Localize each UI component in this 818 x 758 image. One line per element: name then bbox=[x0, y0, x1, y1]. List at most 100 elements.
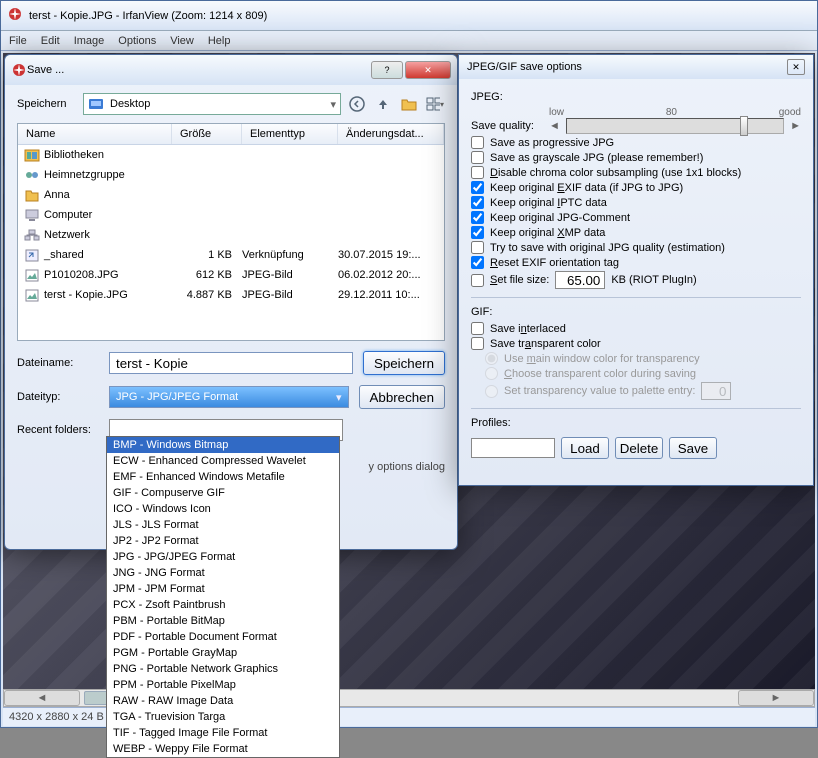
file-list-header[interactable]: Name Größe Elementtyp Änderungsdat... bbox=[18, 124, 444, 145]
format-option[interactable]: JPM - JPM Format bbox=[107, 581, 339, 597]
chevron-down-icon: ▾ bbox=[330, 98, 336, 111]
save-dialog-title: Save ... bbox=[27, 64, 64, 76]
format-option[interactable]: JNG - JNG Format bbox=[107, 565, 339, 581]
lbl-choose: Choose transparent color during saving bbox=[504, 368, 696, 380]
format-option[interactable]: GIF - Compuserve GIF bbox=[107, 485, 339, 501]
format-option[interactable]: PPM - Portable PixelMap bbox=[107, 677, 339, 693]
save-button[interactable]: Speichern bbox=[363, 351, 445, 375]
status-dimensions: 4320 x 2880 x 24 B bbox=[9, 711, 104, 723]
menu-file[interactable]: File bbox=[9, 35, 27, 47]
load-button[interactable]: Load bbox=[561, 437, 609, 459]
menu-help[interactable]: Help bbox=[208, 35, 231, 47]
file-row[interactable]: P1010208.JPG612 KBJPEG-Bild06.02.2012 20… bbox=[18, 265, 444, 285]
file-row[interactable]: Bibliotheken bbox=[18, 145, 444, 165]
chk-progressive[interactable] bbox=[471, 136, 484, 149]
lbl-setsize: Set file size: bbox=[490, 274, 549, 286]
chk-comment[interactable] bbox=[471, 211, 484, 224]
file-row[interactable]: Anna bbox=[18, 185, 444, 205]
chk-iptc[interactable] bbox=[471, 196, 484, 209]
format-option[interactable]: JP2 - JP2 Format bbox=[107, 533, 339, 549]
format-option[interactable]: BMP - Windows Bitmap bbox=[107, 437, 339, 453]
file-row[interactable]: Netzwerk bbox=[18, 225, 444, 245]
chk-estimate[interactable] bbox=[471, 241, 484, 254]
file-type: JPEG-Bild bbox=[242, 269, 338, 281]
save-dialog-titlebar[interactable]: Save ... ? ✕ bbox=[5, 55, 457, 85]
col-type[interactable]: Elementtyp bbox=[242, 124, 338, 144]
file-size: 612 KB bbox=[172, 269, 242, 281]
radio-usemain bbox=[485, 352, 498, 365]
format-option[interactable]: ECW - Enhanced Compressed Wavelet bbox=[107, 453, 339, 469]
col-size[interactable]: Größe bbox=[172, 124, 242, 144]
scroll-right-icon[interactable]: ► bbox=[738, 690, 814, 706]
menu-image[interactable]: Image bbox=[74, 35, 105, 47]
options-title: JPEG/GIF save options bbox=[467, 61, 582, 73]
titlebar[interactable]: terst - Kopie.JPG - IrfanView (Zoom: 121… bbox=[1, 1, 817, 31]
format-option[interactable]: TIF - Tagged Image File Format bbox=[107, 725, 339, 741]
close-button[interactable]: ✕ bbox=[405, 61, 451, 79]
format-option[interactable]: RAW - RAW Image Data bbox=[107, 693, 339, 709]
format-option[interactable]: JPG - JPG/JPEG Format bbox=[107, 549, 339, 565]
file-row[interactable]: Heimnetzgruppe bbox=[18, 165, 444, 185]
filetype-dropdown[interactable]: BMP - Windows BitmapECW - Enhanced Compr… bbox=[106, 436, 340, 758]
slider-thumb[interactable] bbox=[740, 116, 748, 136]
chk-chroma[interactable] bbox=[471, 166, 484, 179]
menu-options[interactable]: Options bbox=[118, 35, 156, 47]
cancel-button[interactable]: Abbrechen bbox=[359, 385, 445, 409]
quality-slider[interactable] bbox=[566, 118, 784, 134]
lbl-comment: Keep original JPG-Comment bbox=[490, 212, 630, 224]
back-icon[interactable] bbox=[347, 94, 367, 114]
format-option[interactable]: PCX - Zsoft Paintbrush bbox=[107, 597, 339, 613]
col-date[interactable]: Änderungsdat... bbox=[338, 124, 444, 144]
menu-view[interactable]: View bbox=[170, 35, 194, 47]
file-list[interactable]: Name Größe Elementtyp Änderungsdat... Bi… bbox=[17, 123, 445, 341]
filename-input[interactable] bbox=[109, 352, 353, 374]
slider-right-icon[interactable]: ► bbox=[790, 120, 801, 132]
filesize-input[interactable] bbox=[555, 271, 605, 289]
menu-edit[interactable]: Edit bbox=[41, 35, 60, 47]
file-date: 30.07.2015 19:... bbox=[338, 249, 444, 261]
chk-exif[interactable] bbox=[471, 181, 484, 194]
desktop-icon bbox=[88, 96, 104, 112]
close-icon[interactable]: ✕ bbox=[787, 59, 805, 75]
col-name[interactable]: Name bbox=[18, 124, 172, 144]
chk-setsize[interactable] bbox=[471, 274, 484, 287]
profiles-combo[interactable] bbox=[471, 438, 555, 458]
img-icon bbox=[24, 267, 40, 283]
file-name: Heimnetzgruppe bbox=[44, 169, 125, 181]
net-icon bbox=[24, 227, 40, 243]
up-icon[interactable] bbox=[373, 94, 393, 114]
chk-interlaced[interactable] bbox=[471, 322, 484, 335]
chk-xmp[interactable] bbox=[471, 226, 484, 239]
delete-button[interactable]: Delete bbox=[615, 437, 663, 459]
file-row[interactable]: Computer bbox=[18, 205, 444, 225]
chk-resetexif[interactable] bbox=[471, 256, 484, 269]
file-row[interactable]: terst - Kopie.JPG4.887 KBJPEG-Bild29.12.… bbox=[18, 285, 444, 305]
new-folder-icon[interactable] bbox=[399, 94, 419, 114]
format-option[interactable]: PNG - Portable Network Graphics bbox=[107, 661, 339, 677]
location-select[interactable]: Desktop ▾ bbox=[83, 93, 341, 115]
format-option[interactable]: PDF - Portable Document Format bbox=[107, 629, 339, 645]
filetype-combo[interactable]: JPG - JPG/JPEG Format ▾ bbox=[109, 386, 349, 408]
save-profile-button[interactable]: Save bbox=[669, 437, 717, 459]
view-menu-icon[interactable]: ▾ bbox=[425, 94, 445, 114]
format-option[interactable]: EMF - Enhanced Windows Metafile bbox=[107, 469, 339, 485]
app-icon bbox=[11, 62, 27, 78]
q-low: low bbox=[549, 107, 564, 118]
format-option[interactable]: TGA - Truevision Targa bbox=[107, 709, 339, 725]
file-row[interactable]: _shared1 KBVerknüpfung30.07.2015 19:... bbox=[18, 245, 444, 265]
format-option[interactable]: PGM - Portable GrayMap bbox=[107, 645, 339, 661]
format-option[interactable]: PBM - Portable BitMap bbox=[107, 613, 339, 629]
chk-transp[interactable] bbox=[471, 337, 484, 350]
format-option[interactable]: ICO - Windows Icon bbox=[107, 501, 339, 517]
chk-grayscale[interactable] bbox=[471, 151, 484, 164]
scroll-left-icon[interactable]: ◄ bbox=[4, 690, 80, 706]
lbl-chroma: Disable chroma color subsampling (use 1x… bbox=[490, 167, 741, 179]
format-option[interactable]: WEBP - Weppy File Format bbox=[107, 741, 339, 757]
options-titlebar[interactable]: JPEG/GIF save options ✕ bbox=[459, 55, 813, 79]
help-button[interactable]: ? bbox=[371, 61, 403, 79]
slider-left-icon[interactable]: ◄ bbox=[549, 120, 560, 132]
file-date: 29.12.2011 10:... bbox=[338, 289, 444, 301]
format-option[interactable]: JLS - JLS Format bbox=[107, 517, 339, 533]
file-name: Anna bbox=[44, 189, 70, 201]
lbl-interlaced: Save interlaced bbox=[490, 323, 566, 335]
